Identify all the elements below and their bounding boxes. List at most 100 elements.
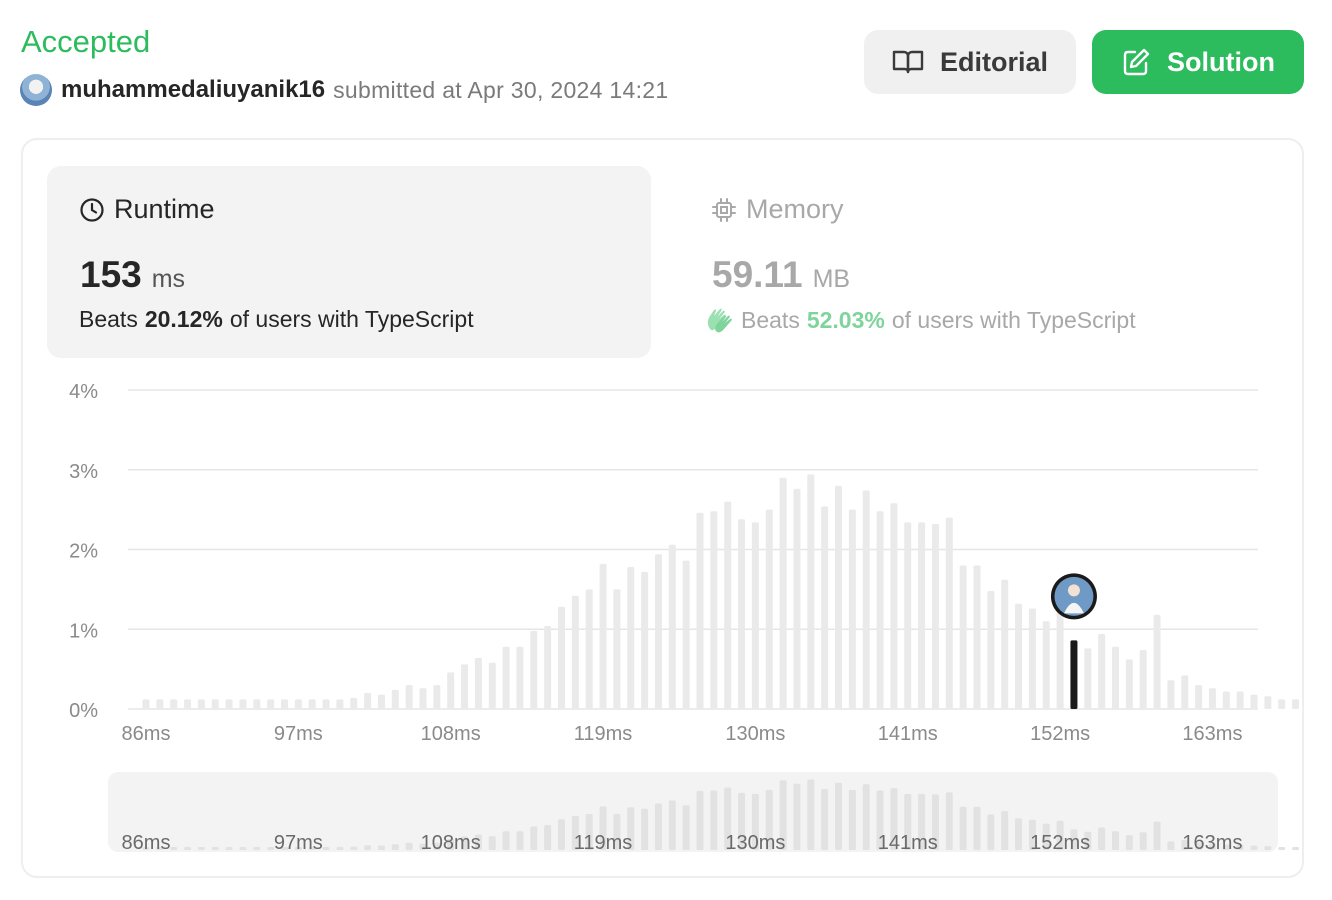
histogram-bar[interactable]	[807, 474, 815, 709]
histogram-bar[interactable]	[433, 685, 441, 709]
overview-bar	[1278, 847, 1286, 850]
histogram-bar[interactable]	[945, 517, 953, 709]
histogram-bar[interactable]	[1195, 685, 1203, 709]
histogram-bar[interactable]	[696, 512, 704, 709]
histogram-bar[interactable]	[225, 699, 233, 709]
histogram-bar[interactable]	[1208, 688, 1216, 709]
histogram-bar[interactable]	[904, 522, 912, 709]
histogram-bar[interactable]	[931, 523, 939, 709]
histogram-bar[interactable]	[502, 646, 510, 709]
histogram-bar[interactable]	[1278, 699, 1286, 709]
histogram-bar[interactable]	[641, 571, 649, 709]
histogram-bar[interactable]	[294, 699, 302, 709]
histogram-bar[interactable]	[364, 693, 372, 709]
histogram-bar[interactable]	[1264, 696, 1272, 709]
histogram-bar[interactable]	[793, 488, 801, 709]
histogram-bar[interactable]	[184, 699, 192, 709]
histogram-bar[interactable]	[253, 699, 261, 709]
user-marker-avatar[interactable]	[1050, 573, 1097, 620]
histogram-bar[interactable]	[848, 509, 856, 709]
histogram-bar[interactable]	[1181, 675, 1189, 709]
histogram-bar[interactable]	[461, 664, 469, 709]
histogram-bar[interactable]	[1084, 648, 1092, 709]
histogram-bar[interactable]	[1153, 614, 1161, 709]
histogram-bar[interactable]	[516, 646, 524, 709]
overview-bar	[682, 805, 690, 850]
histogram-bar[interactable]	[1222, 691, 1230, 709]
histogram-bar[interactable]	[613, 589, 621, 709]
overview-bar	[641, 808, 649, 850]
histogram-bar[interactable]	[1139, 649, 1147, 709]
histogram-bar[interactable]	[336, 699, 344, 709]
histogram-bar[interactable]	[890, 503, 898, 709]
histogram-bar[interactable]	[724, 501, 732, 709]
histogram-bar[interactable]	[1042, 621, 1050, 709]
histogram-bar[interactable]	[987, 590, 995, 709]
histogram-bar[interactable]	[156, 699, 164, 709]
x-tick-label: 119ms	[574, 723, 633, 745]
histogram-bar[interactable]	[447, 672, 455, 709]
histogram-bar[interactable]	[544, 626, 552, 709]
overview-bar	[793, 783, 801, 850]
histogram-bar[interactable]	[530, 630, 538, 709]
histogram-bar[interactable]	[1236, 691, 1244, 709]
histogram-bar[interactable]	[959, 565, 967, 709]
histogram-bar[interactable]	[281, 699, 288, 709]
histogram-bar[interactable]	[197, 699, 205, 709]
histogram-bar[interactable]	[835, 485, 842, 709]
histogram-bar[interactable]	[474, 657, 482, 709]
histogram-bar[interactable]	[239, 699, 247, 709]
histogram-bar[interactable]	[682, 560, 690, 709]
histogram-bar[interactable]	[627, 567, 635, 709]
histogram-bar[interactable]	[765, 509, 773, 709]
histogram-bar[interactable]	[558, 606, 565, 709]
histogram-bar[interactable]	[571, 595, 579, 709]
overview-tick-label: 97ms	[274, 832, 323, 854]
histogram-bar[interactable]	[1028, 608, 1036, 709]
histogram-bar[interactable]	[751, 522, 759, 709]
x-tick-label: 130ms	[725, 723, 785, 745]
overview-bar	[322, 847, 330, 850]
histogram-bar[interactable]	[211, 699, 219, 709]
histogram-bar[interactable]	[710, 511, 718, 709]
histogram-bar[interactable]	[862, 490, 870, 709]
histogram-bar[interactable]	[1292, 699, 1300, 709]
highlight-bar[interactable]	[1070, 640, 1078, 709]
histogram-bar[interactable]	[1167, 680, 1175, 709]
histogram-bar[interactable]	[267, 699, 275, 709]
overview-bar	[1125, 835, 1133, 850]
histogram-bar[interactable]	[918, 522, 926, 709]
histogram-bar[interactable]	[419, 688, 427, 709]
histogram-bar[interactable]	[142, 699, 150, 709]
x-tick-label: 97ms	[274, 723, 323, 745]
overview-bar	[350, 846, 358, 850]
histogram-bar[interactable]	[821, 506, 829, 709]
overview-bar	[973, 806, 981, 850]
histogram-bar[interactable]	[377, 694, 385, 709]
histogram-bar[interactable]	[876, 511, 884, 709]
histogram-bar[interactable]	[585, 589, 593, 709]
histogram-bar[interactable]	[1112, 646, 1119, 709]
overview-bar	[654, 803, 662, 850]
histogram-bar[interactable]	[308, 699, 316, 709]
histogram-bar[interactable]	[391, 689, 399, 709]
histogram-bar[interactable]	[738, 519, 746, 709]
histogram-bar[interactable]	[488, 662, 496, 709]
histogram-bar[interactable]	[1056, 611, 1064, 709]
histogram-bar[interactable]	[1250, 694, 1258, 709]
histogram-bar[interactable]	[350, 697, 358, 709]
histogram-bar[interactable]	[1098, 634, 1106, 709]
histogram-bar[interactable]	[668, 544, 676, 709]
overview-bar	[1139, 832, 1147, 850]
histogram-bar[interactable]	[1125, 659, 1133, 709]
histogram-bar[interactable]	[654, 554, 662, 709]
histogram-bar[interactable]	[170, 699, 178, 709]
histogram-bar[interactable]	[1001, 579, 1009, 709]
histogram-bar[interactable]	[779, 477, 787, 709]
histogram-bar[interactable]	[973, 565, 981, 709]
histogram-bar[interactable]	[322, 699, 330, 709]
histogram-bar[interactable]	[599, 563, 607, 709]
histogram-bar[interactable]	[1015, 603, 1023, 709]
runtime-distribution-chart[interactable]: 0% 1% 2% 3% 4% 86ms 97ms 108ms 119ms 130ms 141ms 1…	[0, 0, 1332, 900]
histogram-bar[interactable]	[405, 685, 413, 709]
